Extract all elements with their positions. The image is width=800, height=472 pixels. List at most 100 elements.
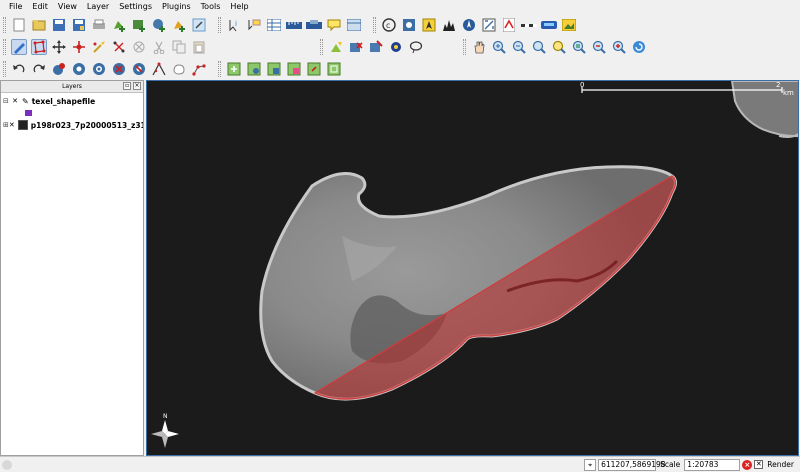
compass-icon[interactable] bbox=[461, 17, 477, 33]
zoom-out-icon[interactable] bbox=[511, 39, 527, 55]
menu-plugins[interactable]: Plugins bbox=[157, 0, 196, 14]
map-canvas[interactable]: N 0 2 km bbox=[146, 80, 799, 456]
coordinates-display[interactable]: 611207,5869198 bbox=[598, 458, 666, 471]
add-ring-icon[interactable] bbox=[71, 61, 87, 77]
menu-file[interactable]: File bbox=[4, 0, 27, 14]
scale-bar-icon[interactable] bbox=[521, 17, 537, 33]
move-feature-icon[interactable] bbox=[51, 39, 67, 55]
attribute-table-icon[interactable] bbox=[266, 17, 282, 33]
new-project-icon[interactable] bbox=[11, 17, 27, 33]
toolbar-handle[interactable] bbox=[463, 39, 466, 55]
toolbar-handle[interactable] bbox=[373, 17, 376, 33]
select-features-icon[interactable] bbox=[368, 39, 384, 55]
float-panel-icon[interactable]: ▫ bbox=[123, 82, 131, 90]
reshape-icon[interactable] bbox=[151, 61, 167, 77]
delete-part-icon[interactable] bbox=[131, 61, 147, 77]
pdf-icon[interactable] bbox=[501, 17, 517, 33]
measure-area-icon[interactable] bbox=[306, 17, 322, 33]
toolbar-handle[interactable] bbox=[218, 17, 221, 33]
measure-line-icon[interactable] bbox=[286, 17, 302, 33]
zoom-selection-icon[interactable] bbox=[551, 39, 567, 55]
georeferencer-icon[interactable] bbox=[481, 17, 497, 33]
open-project-icon[interactable] bbox=[31, 17, 47, 33]
layer-visibility-checkbox[interactable]: ✕ bbox=[11, 97, 19, 105]
settings-gear-icon[interactable] bbox=[388, 39, 404, 55]
node-tool-icon[interactable] bbox=[71, 39, 87, 55]
image-icon[interactable] bbox=[561, 17, 577, 33]
simplify-icon[interactable] bbox=[51, 61, 67, 77]
stop-render-icon[interactable]: × bbox=[742, 459, 753, 470]
add-island-icon[interactable] bbox=[91, 61, 107, 77]
identify-icon[interactable]: i bbox=[226, 17, 242, 33]
histogram-icon[interactable] bbox=[441, 17, 457, 33]
annotation-icon[interactable] bbox=[326, 17, 342, 33]
menu-layer[interactable]: Layer bbox=[82, 0, 114, 14]
close-panel-icon[interactable]: × bbox=[133, 82, 141, 90]
layer-item-raster[interactable]: ⊞ ✕ p198r023_7p20000513_z31... bbox=[1, 117, 143, 133]
toolbar-handle[interactable] bbox=[3, 39, 6, 55]
label-show-icon[interactable] bbox=[266, 61, 282, 77]
zoom-in-icon[interactable] bbox=[491, 39, 507, 55]
add-postgis-layer-icon[interactable] bbox=[151, 17, 167, 33]
delete-selected-icon[interactable] bbox=[111, 39, 127, 55]
grass-icon[interactable] bbox=[541, 17, 557, 33]
render-label: Render bbox=[767, 460, 794, 469]
merge-icon[interactable] bbox=[191, 61, 207, 77]
layer-item-texel-shapefile[interactable]: ⊟ ✕ ✎ texel_shapefile bbox=[1, 93, 143, 109]
delete-ring-icon[interactable] bbox=[111, 61, 127, 77]
save-as-icon[interactable] bbox=[71, 17, 87, 33]
open-table-icon[interactable] bbox=[346, 17, 362, 33]
label-icon[interactable] bbox=[226, 61, 242, 77]
map-tips-icon[interactable] bbox=[246, 17, 262, 33]
zoom-layer-icon[interactable] bbox=[571, 39, 587, 55]
menu-help[interactable]: Help bbox=[225, 0, 253, 14]
refresh-icon[interactable] bbox=[631, 39, 647, 55]
zoom-last-icon[interactable] bbox=[591, 39, 607, 55]
menu-edit[interactable]: Edit bbox=[27, 0, 53, 14]
toolbar-handle[interactable] bbox=[320, 39, 323, 55]
cut-features-icon[interactable] bbox=[151, 39, 167, 55]
zoom-actual-icon[interactable] bbox=[611, 39, 627, 55]
lasso-icon[interactable] bbox=[408, 39, 424, 55]
render-checkbox[interactable]: ✕ bbox=[754, 460, 764, 469]
collapse-icon[interactable]: ⊟ bbox=[3, 97, 11, 105]
menu-tools[interactable]: Tools bbox=[196, 0, 226, 14]
coordinate-toggle-icon[interactable]: ⌖ bbox=[584, 458, 597, 471]
new-vector-layer-icon[interactable] bbox=[171, 17, 187, 33]
split-features-icon[interactable] bbox=[91, 39, 107, 55]
scale-input[interactable]: 1:20783 bbox=[684, 458, 741, 471]
label-move-icon[interactable] bbox=[286, 61, 302, 77]
status-indicator bbox=[2, 460, 12, 470]
add-point-icon[interactable] bbox=[328, 39, 344, 55]
undo-icon[interactable] bbox=[11, 61, 27, 77]
menu-view[interactable]: View bbox=[53, 0, 82, 14]
save-project-icon[interactable] bbox=[51, 17, 67, 33]
pan-icon[interactable] bbox=[471, 39, 487, 55]
add-raster-layer-icon[interactable] bbox=[131, 17, 147, 33]
zoom-full-icon[interactable] bbox=[531, 39, 547, 55]
split-icon[interactable] bbox=[171, 61, 187, 77]
toggle-editing-icon[interactable] bbox=[11, 39, 27, 55]
toolbar-handle[interactable] bbox=[218, 61, 221, 77]
gps-icon[interactable] bbox=[401, 17, 417, 33]
capture-polygon-icon[interactable] bbox=[31, 39, 47, 55]
layer-visibility-checkbox[interactable]: ✕ bbox=[9, 121, 15, 129]
copyright-label-icon[interactable]: c bbox=[381, 17, 397, 33]
menu-settings[interactable]: Settings bbox=[114, 0, 157, 14]
north-arrow-icon[interactable] bbox=[421, 17, 437, 33]
delete-icon[interactable] bbox=[131, 39, 147, 55]
svg-text:N: N bbox=[163, 413, 168, 420]
label-pin-icon[interactable] bbox=[246, 61, 262, 77]
add-vector-layer-icon[interactable] bbox=[111, 17, 127, 33]
toolbar-handle[interactable] bbox=[3, 61, 6, 77]
label-rotate-icon[interactable] bbox=[306, 61, 322, 77]
paste-features-icon[interactable] bbox=[191, 39, 207, 55]
remove-layer-icon[interactable] bbox=[191, 17, 207, 33]
print-icon[interactable] bbox=[91, 17, 107, 33]
label-change-icon[interactable] bbox=[326, 61, 342, 77]
copy-features-icon[interactable] bbox=[171, 39, 187, 55]
scale-bar-start-label: 0 bbox=[580, 81, 585, 89]
add-line-icon[interactable] bbox=[348, 39, 364, 55]
toolbar-handle[interactable] bbox=[3, 17, 6, 33]
redo-icon[interactable] bbox=[31, 61, 47, 77]
